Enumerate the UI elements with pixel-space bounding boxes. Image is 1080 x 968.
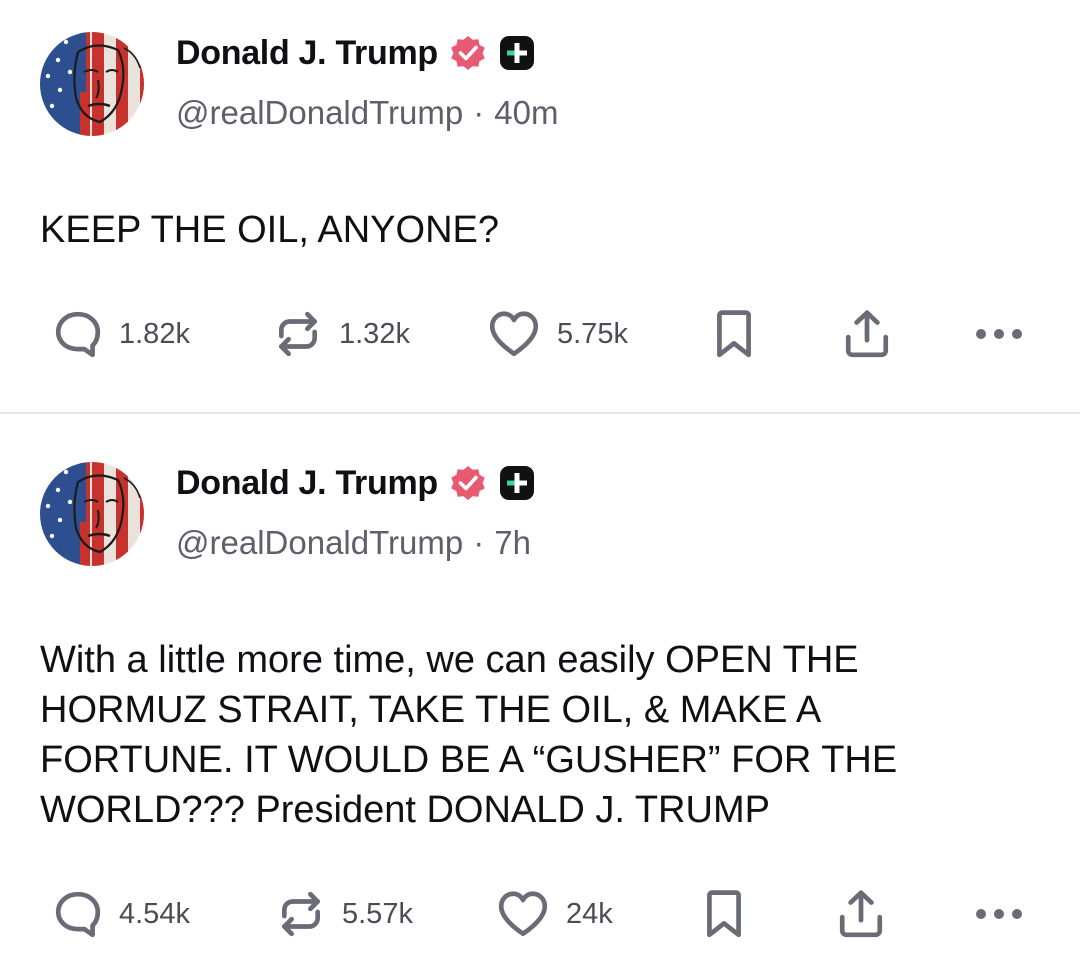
repost-icon [273, 309, 323, 359]
verified-badge-icon [448, 33, 488, 73]
like-button[interactable]: 24k [496, 884, 613, 944]
bookmark-icon [713, 309, 755, 359]
verified-badge-icon [448, 463, 488, 503]
author-name[interactable]: Donald J. Trump [176, 34, 438, 73]
post[interactable]: Donald J. Trump @realDonaldTrump · 7h Wi… [0, 414, 1080, 968]
post-actions: 1.82k 1.32k 5.75k [0, 304, 1080, 364]
author-avatar[interactable] [40, 32, 144, 136]
post-timestamp[interactable]: 7h [494, 524, 531, 562]
bookmark-button[interactable] [713, 304, 755, 364]
meta-separator: · [473, 524, 485, 561]
meta-separator: · [473, 94, 485, 131]
more-button[interactable] [975, 884, 1023, 944]
post-actions: 4.54k 5.57k 24k [0, 884, 1080, 944]
repost-icon [276, 889, 326, 939]
like-button[interactable]: 5.75k [487, 304, 628, 364]
bookmark-icon [703, 889, 745, 939]
author-meta: @realDonaldTrump · 7h [176, 524, 531, 562]
reply-button[interactable]: 1.82k [53, 304, 190, 364]
heart-icon [496, 889, 550, 939]
author-row: Donald J. Trump [176, 31, 534, 75]
reply-count: 1.82k [119, 317, 190, 350]
post-text: With a little more time, we can easily O… [40, 639, 898, 831]
author-meta: @realDonaldTrump · 40m [176, 94, 558, 132]
post[interactable]: Donald J. Trump @realDonaldTrump · 40m K… [0, 0, 1080, 413]
author-handle[interactable]: @realDonaldTrump [176, 94, 463, 132]
post-text: KEEP THE OIL, ANYONE? [40, 209, 500, 251]
share-icon [842, 309, 892, 359]
comment-icon [53, 309, 103, 359]
bookmark-button[interactable] [703, 884, 745, 944]
repost-button[interactable]: 5.57k [276, 884, 413, 944]
author-name[interactable]: Donald J. Trump [176, 464, 438, 503]
comment-icon [53, 889, 103, 939]
like-count: 24k [566, 897, 613, 930]
plus-badge-icon [500, 36, 534, 70]
post-timestamp[interactable]: 40m [494, 94, 558, 132]
author-avatar[interactable] [40, 462, 144, 566]
share-button[interactable] [836, 884, 886, 944]
reply-count: 4.54k [119, 897, 190, 930]
more-icon [975, 907, 1023, 921]
heart-icon [487, 309, 541, 359]
more-button[interactable] [975, 304, 1023, 364]
share-button[interactable] [842, 304, 892, 364]
reply-button[interactable]: 4.54k [53, 884, 190, 944]
repost-count: 1.32k [339, 317, 410, 350]
repost-button[interactable]: 1.32k [273, 304, 410, 364]
feed: Donald J. Trump @realDonaldTrump · 40m K… [0, 0, 1080, 968]
share-icon [836, 889, 886, 939]
author-handle[interactable]: @realDonaldTrump [176, 524, 463, 562]
repost-count: 5.57k [342, 897, 413, 930]
like-count: 5.75k [557, 317, 628, 350]
author-row: Donald J. Trump [176, 461, 534, 505]
plus-badge-icon [500, 466, 534, 500]
more-icon [975, 327, 1023, 341]
